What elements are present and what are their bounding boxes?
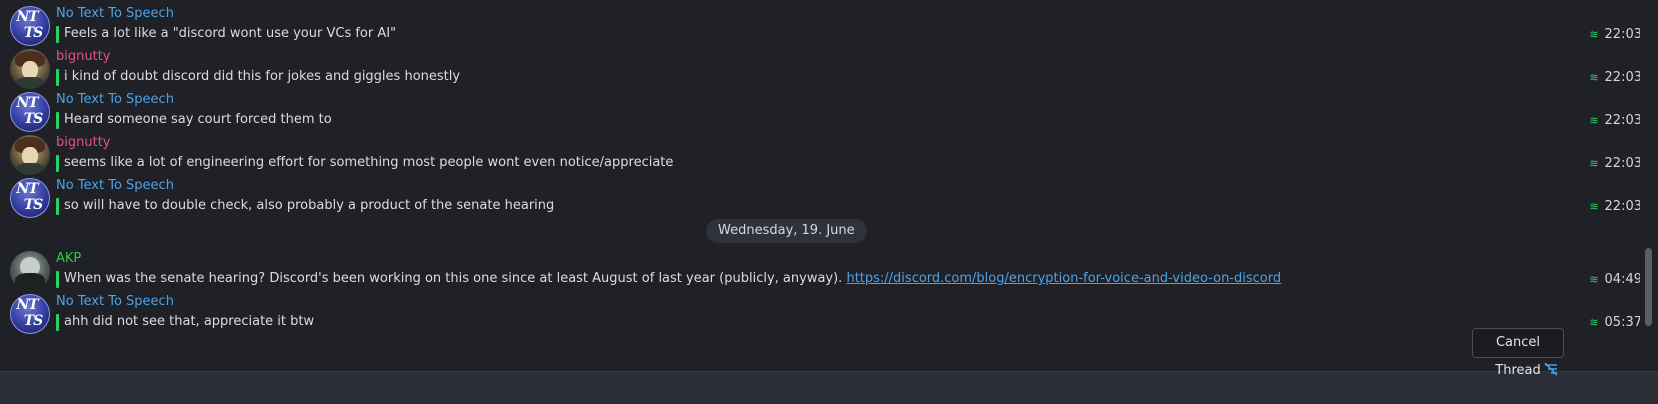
message-bar (56, 314, 59, 331)
timestamp-text: 22:03 (1604, 199, 1640, 214)
message[interactable]: bignutty i kind of doubt discord did thi… (0, 43, 1640, 89)
timestamp-text: 22:03 (1604, 156, 1640, 171)
timestamp-text: 22:03 (1604, 113, 1640, 128)
message-bar (56, 198, 59, 215)
timestamp: ≋ 22:03 (1589, 156, 1640, 171)
thread-icon-svg (1544, 362, 1558, 376)
message-composer[interactable] (0, 371, 1658, 404)
message-text: When was the senate hearing? Discord's b… (64, 271, 1281, 286)
read-receipt-icon: ≋ (1589, 114, 1599, 127)
read-receipt-icon: ≋ (1589, 28, 1599, 41)
avatar-initials-bottom: TS (23, 197, 44, 213)
timestamp-text: 05:37 (1604, 315, 1640, 330)
sender-name[interactable]: bignutty (56, 135, 110, 150)
avatar-initials-top: NT (16, 95, 38, 111)
message-text: so will have to double check, also proba… (64, 198, 555, 213)
message-link[interactable]: https://discord.com/blog/encryption-for-… (846, 271, 1281, 286)
avatar-initials-bottom: TS (23, 25, 44, 41)
message-bar (56, 69, 59, 86)
message[interactable]: bignutty seems like a lot of engineering… (0, 129, 1640, 175)
avatar-initials-top: NT (16, 181, 38, 197)
avatar-initials-top: NT (16, 297, 38, 313)
message-text: Heard someone say court forced them to (64, 112, 332, 127)
read-receipt-icon: ≋ (1589, 316, 1599, 329)
message-bar (56, 271, 59, 288)
avatar[interactable] (10, 135, 50, 175)
read-receipt-icon: ≋ (1589, 71, 1599, 84)
timestamp: ≋ 04:49 (1589, 272, 1640, 287)
avatar[interactable]: NT TS (10, 294, 50, 334)
message-bar (56, 155, 59, 172)
message[interactable]: NT TS No Text To Speech ahh did not see … (0, 288, 1640, 334)
avatar-initials-bottom: TS (23, 313, 44, 329)
timestamp: ≋ 05:37 (1589, 315, 1640, 330)
avatar[interactable]: NT TS (10, 178, 50, 218)
avatar[interactable] (10, 251, 50, 291)
timestamp: ≋ 22:03 (1589, 70, 1640, 85)
read-receipt-icon: ≋ (1589, 200, 1599, 213)
sender-name[interactable]: No Text To Speech (56, 178, 174, 193)
sender-name[interactable]: bignutty (56, 49, 110, 64)
read-receipt-icon: ≋ (1589, 273, 1599, 286)
message[interactable]: NT TS No Text To Speech Feels a lot like… (0, 0, 1640, 46)
avatar-initials-top: NT (16, 9, 38, 25)
message-text: Feels a lot like a "discord wont use you… (64, 26, 397, 41)
message-text: ahh did not see that, appreciate it btw (64, 314, 315, 329)
timestamp: ≋ 22:03 (1589, 113, 1640, 128)
cancel-thread-button[interactable]: Cancel Thread (1472, 328, 1564, 378)
read-receipt-icon: ≋ (1589, 157, 1599, 170)
message-text: seems like a lot of engineering effort f… (64, 155, 674, 170)
message[interactable]: AKP When was the senate hearing? Discord… (0, 245, 1640, 291)
message[interactable]: NT TS No Text To Speech so will have to … (0, 172, 1640, 218)
sender-name[interactable]: No Text To Speech (56, 6, 174, 21)
sender-name[interactable]: No Text To Speech (56, 92, 174, 107)
timestamp-text: 22:03 (1604, 70, 1640, 85)
message-bar (56, 112, 59, 129)
avatar[interactable] (10, 49, 50, 89)
thread-icon[interactable] (1543, 361, 1559, 377)
timestamp: ≋ 22:03 (1589, 199, 1640, 214)
avatar[interactable]: NT TS (10, 6, 50, 46)
timestamp: ≋ 22:03 (1589, 27, 1640, 42)
avatar[interactable]: NT TS (10, 92, 50, 132)
sender-name[interactable]: AKP (56, 251, 81, 266)
avatar-initials-bottom: TS (23, 111, 44, 127)
message[interactable]: NT TS No Text To Speech Heard someone sa… (0, 86, 1640, 132)
timestamp-text: 04:49 (1604, 272, 1640, 287)
date-separator: Wednesday, 19. June (706, 219, 867, 243)
timestamp-text: 22:03 (1604, 27, 1640, 42)
message-text: i kind of doubt discord did this for jok… (64, 69, 461, 84)
message-text-body: When was the senate hearing? Discord's b… (64, 271, 843, 286)
timeline[interactable]: NT TS No Text To Speech Feels a lot like… (0, 0, 1640, 371)
scrollbar-thumb[interactable] (1645, 248, 1652, 326)
sender-name[interactable]: No Text To Speech (56, 294, 174, 309)
message-bar (56, 26, 59, 43)
